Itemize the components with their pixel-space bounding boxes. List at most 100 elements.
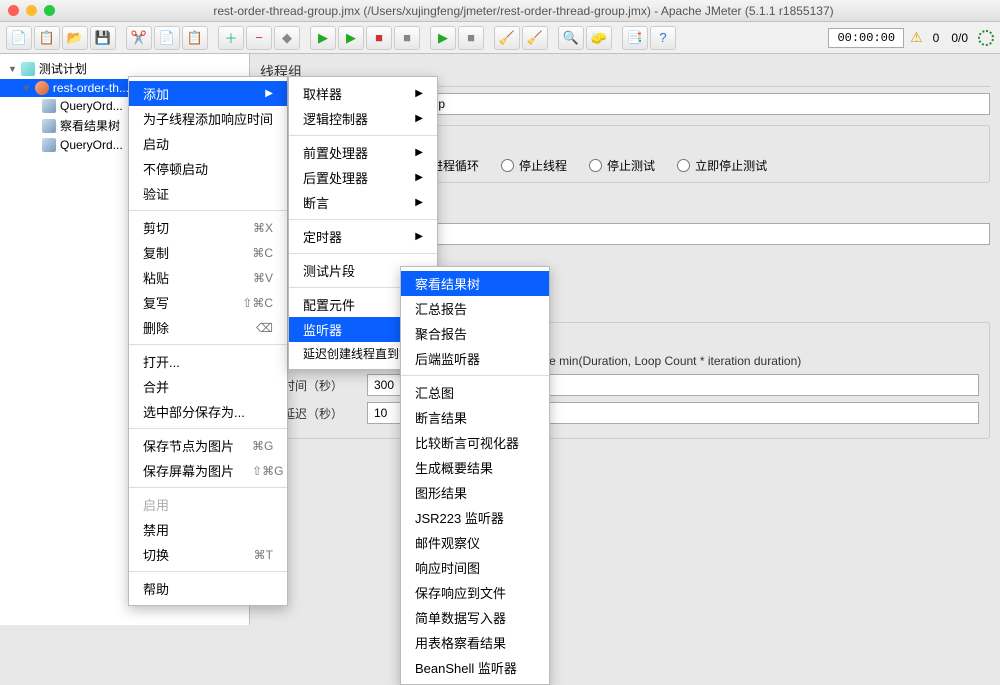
separator [129,571,287,572]
separator [129,428,287,429]
ctx-add[interactable]: 添加▶ [129,81,287,106]
tree-thread-group-label: rest-order-th... [53,81,129,95]
warning-icon[interactable]: ⚠ [910,29,923,46]
sampler-icon [42,138,56,152]
lst-graph[interactable]: 图形结果 [401,480,549,505]
loop-note-tail: vill be min(Duration, Loop Count * itera… [525,354,801,368]
ctx-open[interactable]: 打开... [129,349,287,374]
chevron-down-icon[interactable]: ▼ [22,83,31,93]
paste-button[interactable]: 📋 [182,26,208,50]
ctx-cut[interactable]: 剪切⌘X [129,215,287,240]
help-button[interactable]: ? [650,26,676,50]
minimize-icon[interactable] [26,5,37,16]
sub-timer[interactable]: 定时器▶ [289,224,437,249]
lst-summary-chart[interactable]: 汇总图 [401,380,549,405]
chevron-right-icon: ▶ [415,147,423,158]
ctx-copy[interactable]: 复制⌘C [129,240,287,265]
new-button[interactable]: 📄 [6,26,32,50]
lst-jsr223[interactable]: JSR223 监听器 [401,505,549,530]
lst-gen-summary[interactable]: 生成概要结果 [401,455,549,480]
expand-button[interactable]: ＋ [218,26,244,50]
lst-save-response[interactable]: 保存响应到文件 [401,580,549,605]
testplan-icon [21,62,35,76]
sub-logic[interactable]: 逻辑控制器▶ [289,106,437,131]
chevron-down-icon[interactable]: ▼ [8,64,17,74]
cut-button[interactable]: ✂️ [126,26,152,50]
chevron-right-icon: ▶ [415,113,423,124]
thread-count: 0/0 [951,31,968,45]
warning-count: 0 [933,31,940,45]
separator [289,253,437,254]
name-field[interactable] [390,93,990,115]
function-helper-button[interactable]: 📑 [622,26,648,50]
listener-icon [42,119,56,133]
context-menu[interactable]: 添加▶ 为子线程添加响应时间 启动 不停顿启动 验证 剪切⌘X 复制⌘C 粘贴⌘… [128,76,288,606]
sub-post[interactable]: 后置处理器▶ [289,165,437,190]
lst-simple-data[interactable]: 简单数据写入器 [401,605,549,630]
lst-response-time[interactable]: 响应时间图 [401,555,549,580]
clear-button[interactable]: 🧹 [494,26,520,50]
reset-search-button[interactable]: 🧽 [586,26,612,50]
lst-aggregate[interactable]: 聚合报告 [401,321,549,346]
ctx-help[interactable]: 帮助 [129,576,287,601]
elapsed-time: 00:00:00 [828,28,904,48]
ctx-save-node-image[interactable]: 保存节点为图片⌘G [129,433,287,458]
sub-pre[interactable]: 前置处理器▶ [289,140,437,165]
collapse-button[interactable]: − [246,26,272,50]
ctx-save-screen-image[interactable]: 保存屏幕为图片⇧⌘G [129,458,287,483]
chevron-right-icon: ▶ [415,172,423,183]
lst-table-view[interactable]: 用表格察看结果 [401,630,549,655]
ctx-child-time[interactable]: 为子线程添加响应时间 [129,106,287,131]
separator [401,375,549,376]
ctx-validate[interactable]: 验证 [129,181,287,206]
window-controls [8,5,55,16]
listener-submenu[interactable]: 察看结果树 汇总报告 聚合报告 后端监听器 汇总图 断言结果 比较断言可视化器 … [400,266,550,685]
zoom-icon[interactable] [44,5,55,16]
save-button[interactable]: 💾 [90,26,116,50]
ctx-save-selection[interactable]: 选中部分保存为... [129,399,287,424]
lst-mailer[interactable]: 邮件观察仪 [401,530,549,555]
lst-assert-results[interactable]: 断言结果 [401,405,549,430]
ctx-paste[interactable]: 粘贴⌘V [129,265,287,290]
sub-assert[interactable]: 断言▶ [289,190,437,215]
close-icon[interactable] [8,5,19,16]
clear-all-button[interactable]: 🧹 [522,26,548,50]
toggle-button[interactable]: ◆ [274,26,300,50]
ctx-start-no-wait[interactable]: 不停顿启动 [129,156,287,181]
separator [289,135,437,136]
open-button[interactable]: 📂 [62,26,88,50]
ctx-merge[interactable]: 合并 [129,374,287,399]
stop-button[interactable]: ■ [366,26,392,50]
radio-stop-now[interactable]: 立即停止测试 [677,157,767,174]
ctx-duplicate[interactable]: 复写⇧⌘C [129,290,287,315]
templates-button[interactable]: 📋 [34,26,60,50]
radio-stop-thread[interactable]: 停止线程 [501,157,567,174]
remote-stop-button[interactable]: ■ [458,26,484,50]
toolbar: 📄 📋 📂 💾 ✂️ 📄 📋 ＋ − ◆ ▶ ▶ ■ ■ ▶ ■ 🧹 🧹 🔍 🧽… [0,22,1000,54]
copy-button[interactable]: 📄 [154,26,180,50]
ctx-start[interactable]: 启动 [129,131,287,156]
ctx-toggle[interactable]: 切换⌘T [129,542,287,567]
ctx-disable[interactable]: 禁用 [129,517,287,542]
lst-backend[interactable]: 后端监听器 [401,346,549,371]
lst-beanshell[interactable]: BeanShell 监听器 [401,655,549,680]
tree-child-3-label: QueryOrd... [60,138,123,152]
sub-sampler[interactable]: 取样器▶ [289,81,437,106]
radio-stop-test[interactable]: 停止测试 [589,157,655,174]
ctx-delete[interactable]: 删除⌫ [129,315,287,340]
chevron-right-icon: ▶ [415,231,423,242]
start-button[interactable]: ▶ [310,26,336,50]
lst-compare-assert[interactable]: 比较断言可视化器 [401,430,549,455]
lst-summary[interactable]: 汇总报告 [401,296,549,321]
chevron-right-icon: ▶ [265,88,273,99]
lst-results-tree[interactable]: 察看结果树 [401,271,549,296]
separator [129,210,287,211]
tree-root-label: 测试计划 [39,60,87,77]
threadgroup-icon [35,81,49,95]
remote-start-button[interactable]: ▶ [430,26,456,50]
shutdown-button[interactable]: ■ [394,26,420,50]
tree-child-2-label: 察看结果树 [60,117,120,134]
chevron-right-icon: ▶ [415,197,423,208]
start-noramp-button[interactable]: ▶ [338,26,364,50]
search-button[interactable]: 🔍 [558,26,584,50]
